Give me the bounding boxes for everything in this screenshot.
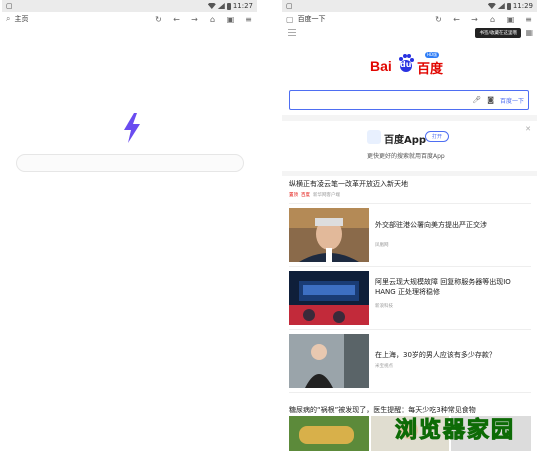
signal-icon	[217, 3, 225, 9]
forward-icon[interactable]: →	[190, 15, 199, 24]
headline-meta: 置顶 百度 新华网客户端	[289, 192, 531, 198]
hamburger-menu-icon[interactable]	[288, 29, 296, 36]
logo-tag: HD版	[425, 52, 440, 58]
news-source: 米宝视点	[375, 364, 393, 369]
microphone-icon[interactable]: 🎤︎	[472, 96, 481, 104]
wifi-icon	[487, 3, 496, 9]
home-icon[interactable]: ⌂	[208, 15, 217, 24]
tag-badge: 百度	[301, 193, 310, 198]
baidu-search-input[interactable]: 🎤︎ ◙ 百度一下	[289, 90, 529, 110]
home-icon[interactable]: ⌂	[488, 15, 497, 24]
battery-icon	[506, 2, 511, 10]
baidu-app-icon	[367, 130, 381, 144]
tabs-icon[interactable]: ▣	[226, 15, 235, 24]
address-bar[interactable]: 主页	[14, 14, 150, 24]
tabs-icon[interactable]: ▣	[506, 15, 515, 24]
news-title: 在上海，30岁的男人应该有多少存款？	[375, 351, 496, 359]
pin-badge: 置顶	[289, 193, 298, 198]
news-item[interactable]: 在上海，30岁的男人应该有多少存款？ 米宝视点	[289, 330, 531, 393]
signal-icon	[497, 3, 505, 9]
app-subtitle: 更快更好的搜索就用百度App	[367, 153, 445, 160]
news-source: 新浪科技	[375, 304, 393, 309]
news-thumbnail	[289, 271, 369, 325]
menu-icon[interactable]: ≡	[524, 15, 533, 24]
notification-icon: ▢	[6, 2, 13, 10]
status-bar: ▢ 11:27	[2, 0, 257, 12]
watermark-text: 浏览器家园	[394, 418, 516, 444]
back-icon[interactable]: ←	[172, 15, 181, 24]
camera-icon[interactable]: ◙	[487, 96, 494, 104]
logo-bai: Bai	[370, 58, 392, 74]
search-icon[interactable]: ⌕	[6, 14, 10, 24]
open-app-button[interactable]: 打开	[425, 131, 450, 142]
wifi-icon	[207, 3, 216, 9]
status-time: 11:27	[232, 2, 253, 10]
lightning-logo-icon	[124, 113, 140, 143]
news-feed: 纵横正有凌云笔一改革开放迈入新天地 置顶 百度 新华网客户端 外交部驻港公署向美…	[289, 176, 531, 393]
menu-icon[interactable]: ≡	[244, 15, 253, 24]
status-time: 11:29	[512, 2, 533, 10]
forward-icon[interactable]: →	[470, 15, 479, 24]
app-promo-card: 百度App 打开 更快更好的搜索就用百度App ✕	[282, 121, 537, 171]
home-search-input[interactable]	[16, 154, 244, 172]
news-title: 外交部驻港公署向美方提出严正交涉	[375, 221, 487, 229]
logo-cn: 百度	[417, 62, 444, 77]
logo-du: du	[400, 60, 412, 69]
search-button[interactable]: 百度一下	[500, 96, 524, 105]
browser-toolbar: ⌕ 主页 ↻ ← → ⌂ ▣ ≡	[2, 12, 257, 26]
close-icon[interactable]: ✕	[525, 125, 531, 133]
browser-toolbar: ▢ 百度一下 ↻ ← → ⌂ ▣ ≡	[282, 12, 537, 26]
battery-icon	[226, 2, 231, 10]
news-thumbnail	[289, 334, 369, 388]
right-screen: ▢ 11:29 ▢ 百度一下 ↻ ← → ⌂ ▣ ≡ 书签/收藏在这里哦 ▦ B…	[282, 0, 537, 451]
news-item[interactable]: 阿里云现大规模故障 回复称服务器等出现IO HANG 正处理将稳修 新浪科技	[289, 267, 531, 330]
bookmark-tooltip: 书签/收藏在这里哦	[475, 28, 521, 38]
back-icon[interactable]: ←	[452, 15, 461, 24]
refresh-icon[interactable]: ↻	[434, 15, 443, 24]
refresh-icon[interactable]: ↻	[154, 15, 163, 24]
news-item[interactable]: 外交部驻港公署向美方提出严正交涉 凤凰网	[289, 204, 531, 267]
page-icon: ▢	[286, 14, 294, 24]
baidu-header: 书签/收藏在这里哦 ▦	[282, 26, 537, 40]
address-bar[interactable]: 百度一下	[298, 14, 430, 24]
news-source: 凤凰网	[375, 243, 389, 248]
apps-grid-icon[interactable]: ▦	[525, 28, 533, 37]
headline-source: 新华网客户端	[313, 193, 340, 198]
screen-divider	[257, 0, 282, 451]
status-bar: ▢ 11:29	[282, 0, 537, 12]
news-title: 阿里云现大规模故障 回复称服务器等出现IO HANG 正处理将稳修	[375, 278, 511, 296]
baidu-logo: Bai du 百度 HD版	[370, 52, 450, 78]
app-name: 百度App	[384, 135, 427, 146]
news-thumbnail	[289, 208, 369, 262]
top-headline[interactable]: 纵横正有凌云笔一改革开放迈入新天地	[289, 179, 531, 189]
left-screen: ▢ 11:27 ⌕ 主页 ↻ ← → ⌂ ▣ ≡	[2, 0, 257, 451]
notification-icon: ▢	[286, 2, 293, 10]
